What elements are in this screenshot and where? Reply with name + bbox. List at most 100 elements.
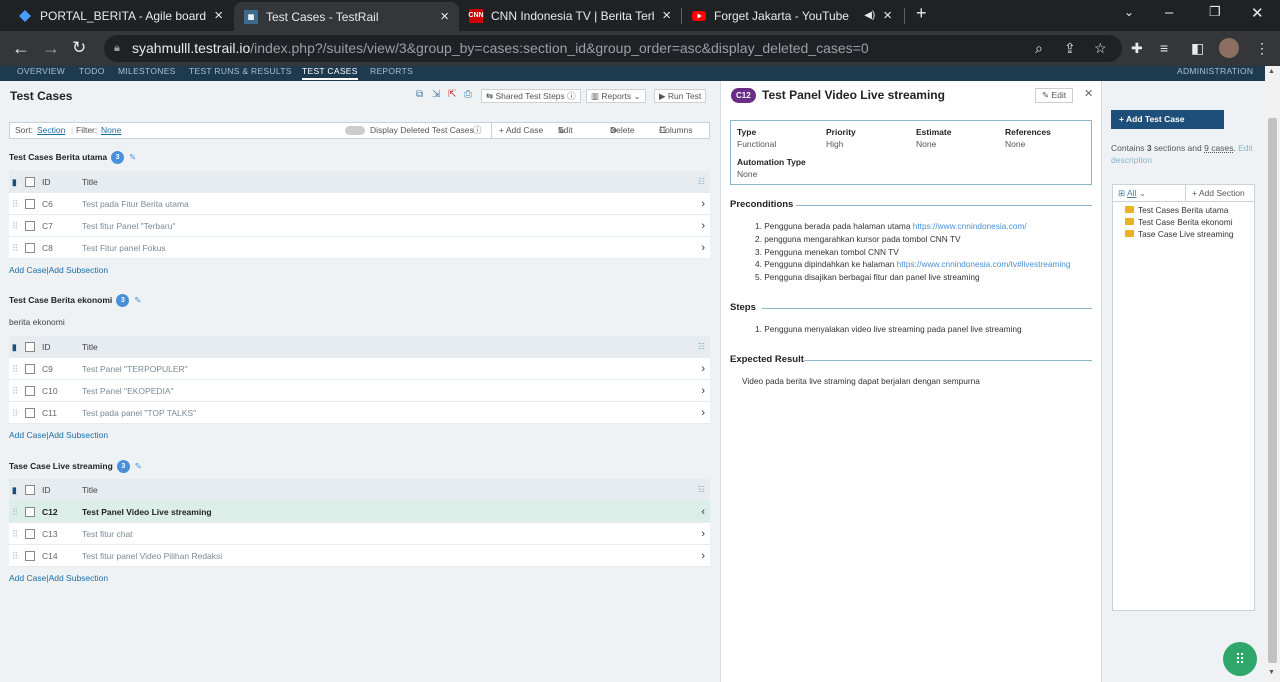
nav-test-cases[interactable]: TEST CASES — [302, 66, 358, 80]
close-tab-icon[interactable]: × — [214, 7, 223, 24]
table-row[interactable]: ⠿ C6 Test pada Fitur Berita utama › — [9, 193, 710, 215]
back-icon[interactable]: ← — [12, 38, 30, 59]
case-title[interactable]: Test Fitur panel Fokus — [82, 237, 166, 259]
close-icon[interactable]: ✕ — [1084, 87, 1093, 100]
menu-kebab-icon[interactable]: ⋮ — [1255, 40, 1269, 57]
select-all-checkbox[interactable] — [25, 485, 35, 495]
scroll-down-icon[interactable]: ▼ — [1268, 669, 1275, 676]
display-deleted-toggle[interactable] — [345, 126, 365, 135]
filter-dropdown[interactable]: ⊞ All ⌄ — [1118, 185, 1146, 201]
drag-handle-icon[interactable]: ⠿ — [12, 545, 18, 567]
browser-tab-jira[interactable]: PORTAL_BERITA - Agile board - Ji × — [8, 0, 233, 31]
close-tab-icon[interactable]: × — [662, 7, 671, 24]
add-subsection-link[interactable]: Add Subsection — [49, 573, 109, 583]
table-row-selected[interactable]: ⠿ C12 Test Panel Video Live streaming ‹ — [9, 501, 710, 523]
browser-tab-testrail[interactable]: ▦ Test Cases - TestRail × — [234, 2, 459, 31]
add-case-button[interactable]: + Add Case — [491, 123, 543, 138]
browser-tab-youtube[interactable]: Forget Jakarta - YouTube ◀) × — [682, 0, 902, 31]
nav-overview[interactable]: OVERVIEW — [17, 66, 65, 76]
page-scrollbar[interactable]: ▲ ▼ — [1265, 66, 1280, 682]
chevron-left-icon[interactable]: ‹ — [701, 501, 705, 523]
extensions-icon[interactable]: ✚ — [1131, 40, 1143, 57]
chevron-right-icon[interactable]: › — [701, 237, 705, 259]
row-checkbox[interactable] — [25, 408, 35, 418]
restore-icon[interactable]: ❐ — [1209, 4, 1221, 20]
apps-grid-icon[interactable]: ⠿ — [1223, 642, 1257, 676]
reload-icon[interactable]: ↻ — [72, 38, 86, 58]
add-case-link[interactable]: Add Case — [9, 265, 46, 275]
table-row[interactable]: ⠿ C8 Test Fitur panel Fokus › — [9, 237, 710, 259]
case-title[interactable]: Test Panel Video Live streaming — [82, 501, 212, 523]
add-test-case-button[interactable]: + Add Test Case — [1111, 110, 1224, 129]
row-checkbox[interactable] — [25, 551, 35, 561]
select-handle-icon[interactable]: ▮ — [12, 171, 17, 193]
drag-handle-icon[interactable]: ⠿ — [12, 380, 18, 402]
select-handle-icon[interactable]: ▮ — [12, 336, 17, 358]
select-all-checkbox[interactable] — [25, 177, 35, 187]
nav-milestones[interactable]: MILESTONES — [118, 66, 176, 76]
shared-test-steps-button[interactable]: ⇆ Shared Test Steps ⓘ — [481, 89, 581, 103]
row-checkbox[interactable] — [25, 221, 35, 231]
filter-select[interactable]: None — [101, 123, 121, 138]
bookmark-star-icon[interactable]: ☆ — [1094, 40, 1107, 57]
pencil-icon[interactable]: ✎ — [129, 152, 136, 162]
scrollbar-thumb[interactable] — [1268, 118, 1277, 663]
column-title[interactable]: Title — [82, 171, 98, 193]
row-checkbox[interactable] — [25, 243, 35, 253]
table-row[interactable]: ⠿ C11 Test pada panel "TOP TALKS" › — [9, 402, 710, 424]
mute-icon[interactable]: ◀) — [864, 10, 875, 21]
nav-test-runs[interactable]: TEST RUNS & RESULTS — [189, 66, 292, 76]
pencil-icon[interactable]: ✎ — [135, 461, 142, 471]
forward-icon[interactable]: → — [42, 38, 60, 59]
table-row[interactable]: ⠿ C7 Test fitur Panel "Terbaru" › — [9, 215, 710, 237]
drag-handle-icon[interactable]: ⠿ — [12, 523, 18, 545]
minimize-icon[interactable]: – — [1165, 4, 1173, 21]
sort-select[interactable]: Section — [37, 123, 65, 138]
chevron-right-icon[interactable]: › — [701, 193, 705, 215]
export-icon[interactable]: ⇲ — [432, 89, 440, 100]
chevron-right-icon[interactable]: › — [701, 380, 705, 402]
table-row[interactable]: ⠿ C9 Test Panel "TERPOPULER" › — [9, 358, 710, 380]
case-title[interactable]: Test Panel "EKOPEDIA" — [82, 380, 174, 402]
case-title[interactable]: Test pada panel "TOP TALKS" — [82, 402, 196, 424]
side-panel-icon[interactable]: ◧ — [1191, 40, 1204, 57]
nav-todo[interactable]: TODO — [79, 66, 105, 76]
chevron-right-icon[interactable]: › — [701, 402, 705, 424]
table-row[interactable]: ⠿ C10 Test Panel "EKOPEDIA" › — [9, 380, 710, 402]
window-close-icon[interactable]: ✕ — [1251, 4, 1264, 22]
column-id[interactable]: ID — [42, 479, 51, 501]
drag-handle-icon[interactable]: ⠿ — [12, 402, 18, 424]
close-tab-icon[interactable]: × — [440, 8, 449, 25]
column-id[interactable]: ID — [42, 336, 51, 358]
tree-item[interactable]: Test Case Berita ekonomi — [1125, 217, 1233, 227]
print-icon[interactable]: ⎙ — [464, 89, 472, 100]
add-case-link[interactable]: Add Case — [9, 573, 46, 583]
drag-handle-icon[interactable]: ⠿ — [12, 501, 18, 523]
profile-avatar[interactable] — [1219, 38, 1239, 58]
edit-case-button[interactable]: ✎ Edit — [1035, 88, 1074, 103]
zoom-icon[interactable]: ⌕ — [1035, 40, 1043, 57]
add-section-button[interactable]: + Add Section — [1185, 185, 1245, 201]
add-case-link[interactable]: Add Case — [9, 430, 46, 440]
new-tab-button[interactable]: + — [916, 3, 927, 24]
scroll-up-icon[interactable]: ▲ — [1268, 68, 1275, 75]
nav-administration[interactable]: ADMINISTRATION — [1177, 66, 1253, 76]
case-title[interactable]: Test fitur panel Video Pilihan Redaksi — [82, 545, 222, 567]
select-handle-icon[interactable]: ▮ — [12, 479, 17, 501]
media-control-icon[interactable]: ≡ — [1160, 40, 1168, 56]
copy-icon[interactable]: ⧉ — [416, 89, 423, 100]
address-bar[interactable]: 🔒︎ syahmulll.testrail.io/index.php?/suit… — [104, 35, 1122, 62]
select-all-checkbox[interactable] — [25, 342, 35, 352]
share-icon[interactable]: ⇪ — [1064, 40, 1076, 57]
run-test-button[interactable]: ▶ Run Test — [654, 89, 707, 103]
column-title[interactable]: Title — [82, 336, 98, 358]
case-title[interactable]: Test pada Fitur Berita utama — [82, 193, 189, 215]
drag-handle-icon[interactable]: ⠿ — [12, 193, 18, 215]
row-checkbox[interactable] — [25, 364, 35, 374]
pencil-icon[interactable]: ✎ — [134, 295, 141, 305]
precondition-link[interactable]: https://www.cnnindonesia.com/tv#livestre… — [897, 259, 1071, 269]
drag-handle-icon[interactable]: ⠿ — [12, 358, 18, 380]
tree-item[interactable]: Tase Case Live streaming — [1125, 229, 1233, 239]
nav-reports[interactable]: REPORTS — [370, 66, 413, 76]
add-subsection-link[interactable]: Add Subsection — [49, 265, 109, 275]
